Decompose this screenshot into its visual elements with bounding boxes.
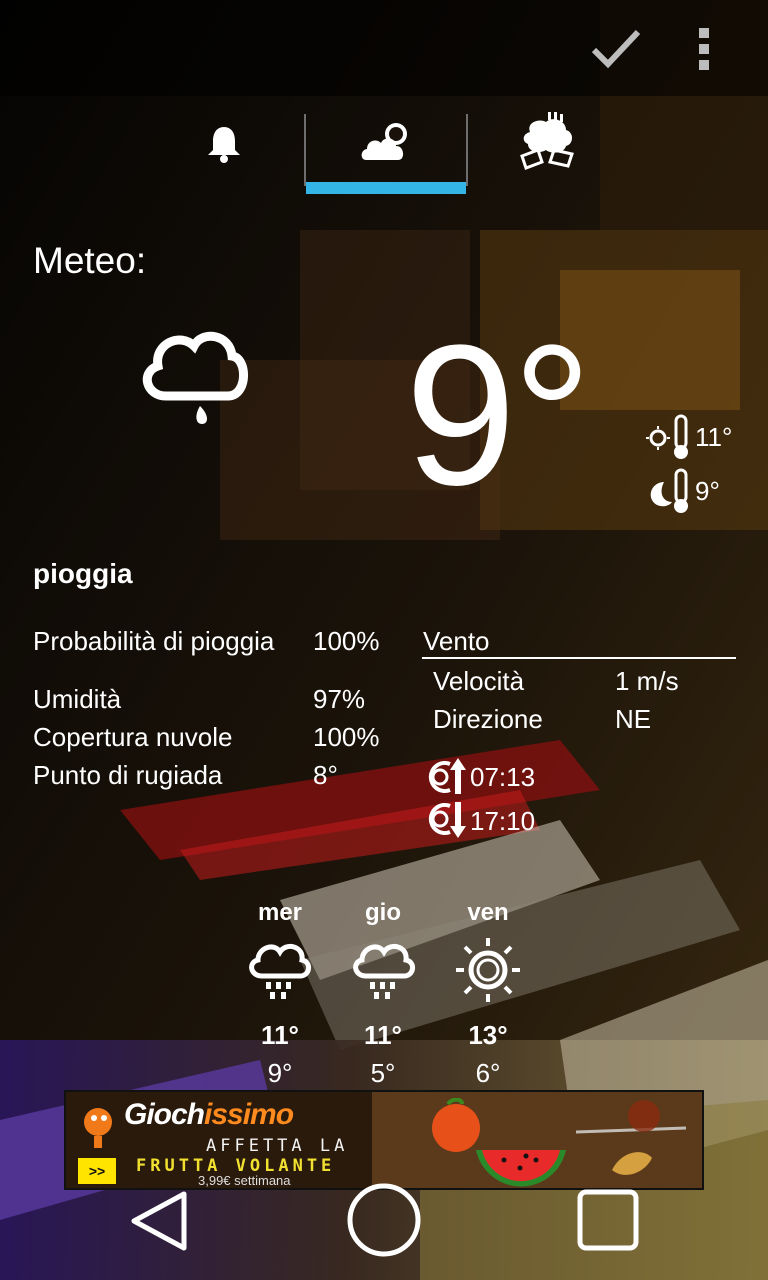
tab-alarm[interactable] (143, 110, 304, 194)
forecast-day-2: gio (365, 899, 401, 926)
forecast-day-3: ven (467, 899, 509, 926)
forecast-high-2: 11° (364, 1020, 402, 1050)
sunset-time: 17:10 (470, 806, 536, 836)
stat-value-humidity: 97% (313, 684, 366, 714)
ad-line-1: AFFETTA LA (206, 1136, 349, 1156)
home-icon[interactable] (346, 1182, 422, 1258)
stat-label-dew-point: Punto di rugiada (33, 760, 223, 790)
wind-speed-label: Velocità (433, 666, 525, 696)
low-temperature: 9° (695, 476, 720, 506)
wind-title: Vento (423, 626, 490, 656)
mascot-icon (84, 1108, 112, 1148)
rain-icon (353, 943, 415, 999)
action-bar (0, 0, 768, 96)
check-icon[interactable] (590, 26, 642, 70)
stat-label-rain-probability: Probabilità di pioggia (33, 626, 275, 656)
wind-speed-value: 1 m/s (615, 666, 679, 696)
stat-value-rain-probability: 100% (313, 626, 380, 656)
forecast-low-1: 9° (267, 1058, 293, 1088)
stat-label-cloud-cover: Copertura nuvole (33, 722, 233, 752)
tab-bar (143, 110, 628, 194)
wind-direction-label: Direzione (433, 704, 543, 734)
ad-price: 3,99€ settimana (198, 1173, 291, 1188)
current-temperature: 9° (405, 304, 592, 527)
night-thermometer-icon (650, 468, 688, 513)
cloud-icon (361, 123, 407, 160)
condition-text: pioggia (33, 558, 133, 589)
sheep-icon (520, 112, 574, 170)
rain-cloud-icon (142, 331, 248, 424)
sunrise-time: 07:13 (470, 762, 536, 792)
tab-horoscope[interactable] (468, 110, 629, 194)
weather-title: Meteo: (33, 240, 147, 281)
sunset-icon (428, 802, 466, 838)
forecast-day-1: mer (257, 899, 303, 926)
bell-icon (208, 127, 240, 163)
rain-icon (249, 943, 311, 999)
selected-tab-indicator (306, 182, 466, 194)
stat-label-humidity: Umidità (33, 684, 122, 714)
stat-value-cloud-cover: 100% (313, 722, 380, 752)
forecast-high-1: 11° (261, 1020, 299, 1050)
navigation-bar (0, 1183, 768, 1280)
forecast-high-3: 13° (468, 1020, 508, 1050)
forecast-low-2: 5° (370, 1058, 396, 1088)
ad-play-button[interactable]: >> (78, 1158, 116, 1184)
wind-direction-value: NE (615, 704, 652, 734)
sun-icon (456, 938, 520, 1002)
overflow-menu-icon[interactable] (697, 28, 711, 72)
stat-value-dew-point: 8° (313, 760, 338, 790)
high-temperature: 11° (695, 422, 733, 452)
ad-banner[interactable]: Giochissimo AFFETTA LA FRUTTA VOLANTE 3,… (64, 1090, 704, 1190)
sunrise-icon (428, 758, 466, 794)
forecast-low-3: 6° (475, 1058, 501, 1088)
ad-brand: Giochissimo (124, 1098, 294, 1131)
recents-icon[interactable] (576, 1188, 640, 1252)
day-thermometer-icon (646, 414, 688, 459)
back-icon[interactable] (128, 1190, 190, 1252)
fruit-illustration (432, 1098, 687, 1187)
wind-divider (422, 657, 736, 659)
